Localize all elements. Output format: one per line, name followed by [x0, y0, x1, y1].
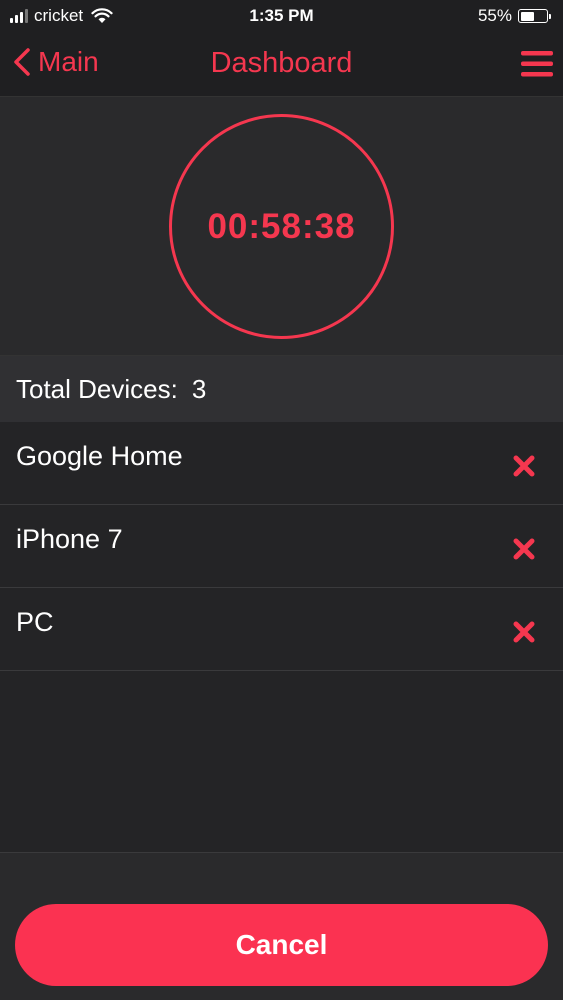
footer: Cancel: [0, 853, 563, 1000]
battery-icon: [518, 9, 548, 23]
timer-ring: 00:58:38: [169, 114, 394, 339]
timer-area: 00:58:38: [0, 97, 563, 356]
battery-fill: [520, 11, 534, 21]
device-row: iPhone 7: [0, 505, 563, 588]
total-devices-count: 3: [191, 373, 207, 404]
device-name: iPhone 7: [16, 524, 123, 554]
total-devices-label: Total Devices:: [16, 373, 178, 404]
close-x-icon[interactable]: [511, 453, 537, 479]
nav-bar: Main Dashboard: [0, 34, 563, 97]
total-devices-header: Total Devices: 3: [0, 356, 563, 422]
device-row: Google Home: [0, 422, 563, 505]
device-row: PC: [0, 588, 563, 671]
status-right: 55%: [478, 6, 551, 26]
device-name: Google Home: [16, 441, 183, 471]
battery-percent: 55%: [477, 6, 512, 25]
device-name: PC: [16, 607, 54, 637]
close-x-icon[interactable]: [511, 536, 537, 562]
timer-value: 00:58:38: [207, 206, 356, 246]
cancel-button[interactable]: Cancel: [15, 904, 548, 986]
close-x-icon[interactable]: [511, 619, 537, 645]
page-title: Dashboard: [210, 47, 353, 79]
device-list: Google Home iPhone 7 PC: [0, 422, 563, 853]
dashboard-screen: cricket 1:35 PM 55% Main Dashboard 00:58…: [0, 0, 563, 1000]
hamburger-menu-icon[interactable]: [519, 48, 555, 80]
status-bar: cricket 1:35 PM 55%: [0, 0, 563, 34]
battery-tip: [549, 13, 551, 19]
